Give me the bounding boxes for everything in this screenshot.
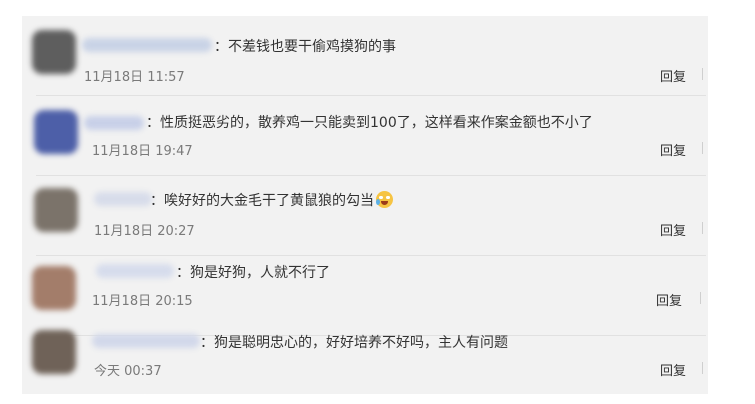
colon: ： (146, 115, 160, 131)
action-divider (702, 362, 703, 374)
comment-time: 11月18日 20:27 (94, 224, 195, 239)
colon: ： (214, 39, 228, 55)
avatar[interactable] (32, 266, 76, 310)
avatar[interactable] (32, 30, 76, 74)
comment-content: ：狗是好狗，人就不行了 (176, 262, 330, 282)
comment-text: 不差钱也要干偷鸡摸狗的事 (228, 39, 396, 55)
avatar[interactable] (34, 188, 78, 232)
comment-content: ：狗是聪明忠心的，好好培养不好吗，主人有问题 (200, 332, 508, 352)
comment-content: ：性质挺恶劣的，散养鸡一只能卖到100了，这样看来作案金额也不小了 (146, 112, 593, 132)
reply-button[interactable]: 回复 (660, 360, 686, 379)
comment-text: 性质挺恶劣的，散养鸡一只能卖到100了，这样看来作案金额也不小了 (160, 115, 593, 131)
action-divider (702, 68, 703, 80)
laughing-crying-emoji-icon (376, 191, 393, 208)
comment-time: 11月18日 19:47 (92, 144, 193, 159)
username-blurred[interactable] (96, 264, 174, 278)
username-blurred[interactable] (92, 334, 200, 348)
comment-text: 唉好好的大金毛干了黄鼠狼的勾当 (164, 193, 374, 209)
comment-time: 11月18日 11:57 (84, 70, 185, 85)
reply-button[interactable]: 回复 (660, 66, 686, 85)
colon: ： (150, 193, 164, 209)
username-blurred[interactable] (84, 116, 144, 130)
avatar[interactable] (34, 110, 78, 154)
reply-button[interactable]: 回复 (660, 220, 686, 239)
reply-button[interactable]: 回复 (660, 140, 686, 159)
action-divider (700, 292, 701, 304)
action-divider (702, 142, 703, 154)
colon: ： (176, 265, 190, 281)
comment-list: ：不差钱也要干偷鸡摸狗的事 11月18日 11:57 回复 ：性质挺恶劣的，散养… (22, 16, 708, 394)
comment-item: ：性质挺恶劣的，散养鸡一只能卖到100了，这样看来作案金额也不小了 11月18日… (22, 96, 708, 176)
comment-text: 狗是聪明忠心的，好好培养不好吗，主人有问题 (214, 335, 508, 351)
comment-item: ：狗是聪明忠心的，好好培养不好吗，主人有问题 今天 00:37 回复 (22, 316, 708, 394)
username-blurred[interactable] (82, 38, 212, 52)
comment-content: ：不差钱也要干偷鸡摸狗的事 (214, 36, 396, 56)
comment-time: 11月18日 20:15 (92, 294, 193, 309)
colon: ： (200, 335, 214, 351)
comment-time: 今天 00:37 (94, 364, 162, 379)
comment-content: ：唉好好的大金毛干了黄鼠狼的勾当 (150, 190, 393, 210)
comment-text: 狗是好狗，人就不行了 (190, 265, 330, 281)
action-divider (702, 222, 703, 234)
comment-item: ：不差钱也要干偷鸡摸狗的事 11月18日 11:57 回复 (22, 16, 708, 96)
reply-button[interactable]: 回复 (656, 290, 682, 309)
avatar[interactable] (32, 330, 76, 374)
username-blurred[interactable] (94, 192, 152, 206)
comment-item: ：唉好好的大金毛干了黄鼠狼的勾当 11月18日 20:27 回复 (22, 176, 708, 256)
